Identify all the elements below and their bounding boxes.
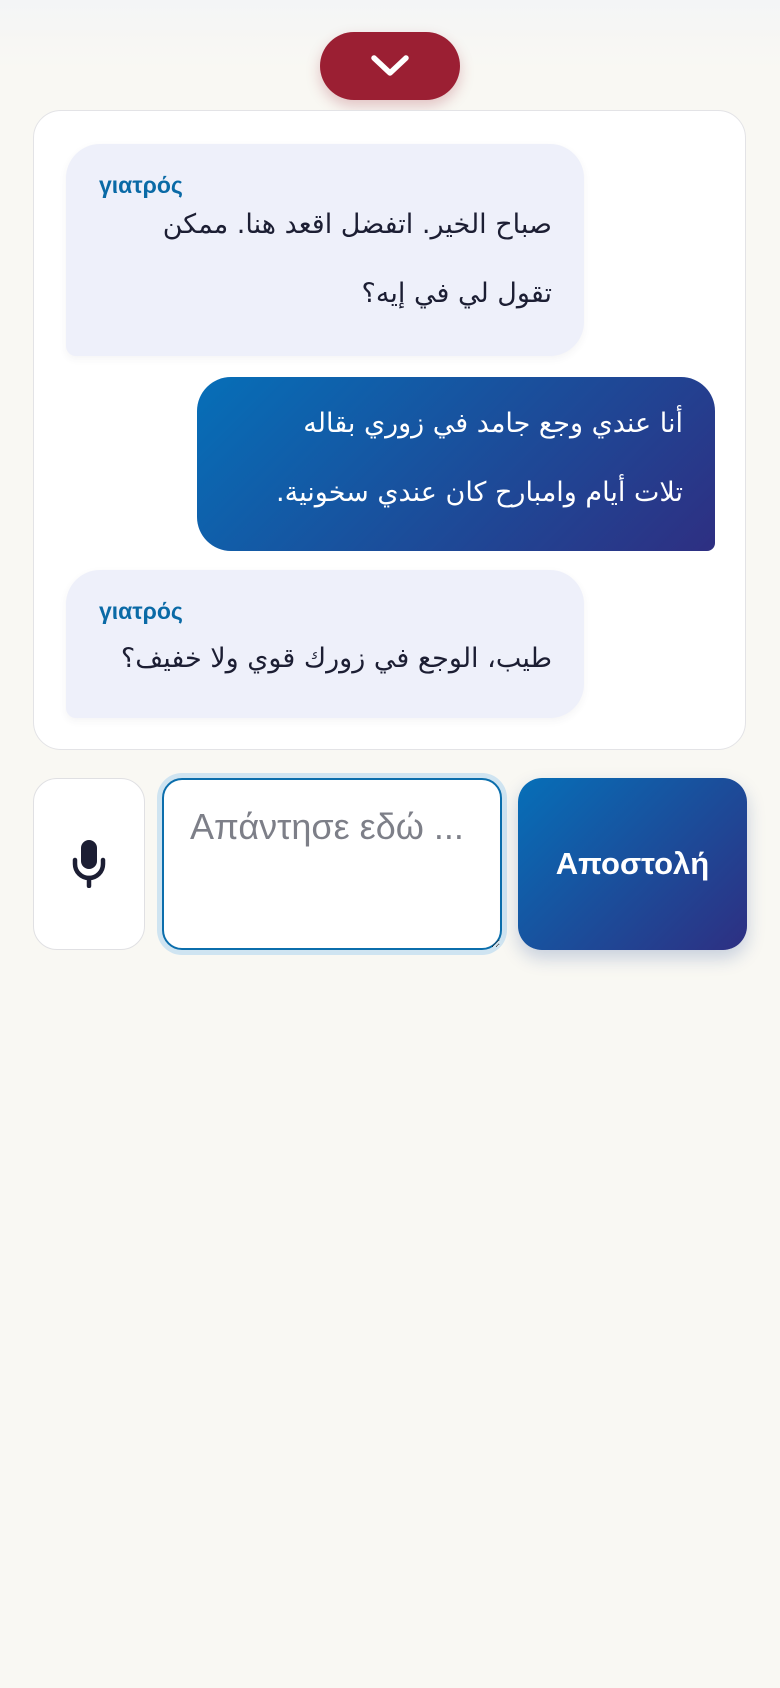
doctor-message: γιατρός طيب، الوجع في زورك قوي ولا خفيف؟ — [66, 570, 584, 718]
message-line: تلات أيام وامبارح كان عندي سخونية. — [276, 477, 683, 508]
chevron-down-icon — [371, 55, 409, 76]
patient-message: أنا عندي وجع جامد في زوري بقاله تلات أيا… — [197, 377, 715, 551]
send-button-label: Αποστολή — [555, 846, 710, 881]
message-line: صباح الخير. اتفضل اقعد هنا. ممكن — [162, 209, 552, 240]
collapse-button[interactable] — [320, 32, 460, 100]
message-line: أنا عندي وجع جامد في زوري بقاله — [303, 408, 683, 439]
message-line: طيب، الوجع في زورك قوي ولا خفيف؟ — [120, 643, 552, 674]
speaker-label: γιατρός — [99, 598, 183, 624]
message-line: تقول لي في إيه؟ — [361, 278, 552, 309]
chat-panel: γιατρός صباح الخير. اتفضل اقعد هنا. ممكن… — [33, 110, 746, 750]
reply-input[interactable] — [162, 778, 502, 950]
doctor-message: γιατρός صباح الخير. اتفضل اقعد هنا. ممكن… — [66, 144, 584, 356]
microphone-button[interactable] — [33, 778, 145, 950]
send-button[interactable]: Αποστολή — [518, 778, 747, 950]
microphone-icon — [72, 840, 106, 888]
